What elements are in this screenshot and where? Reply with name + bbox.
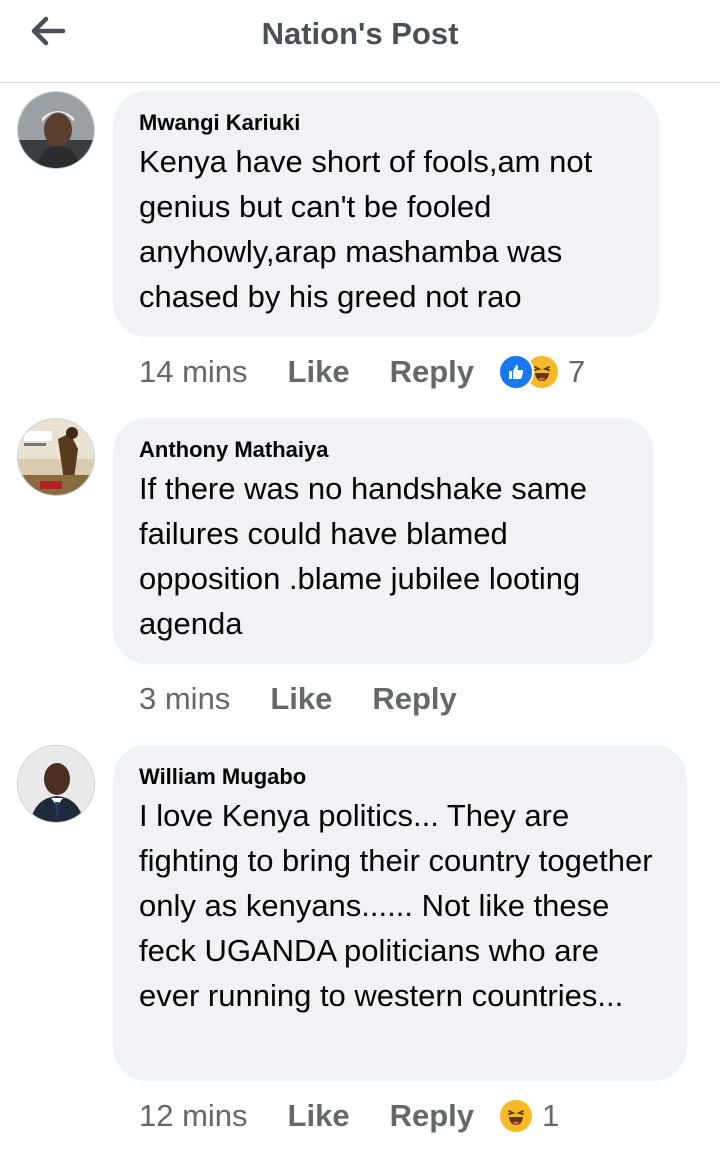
reply-button[interactable]: Reply (390, 1098, 474, 1134)
reply-button[interactable]: Reply (372, 681, 456, 717)
comment-author[interactable]: Mwangi Kariuki (139, 109, 633, 137)
comment-text: If there was no handshake same failures … (139, 471, 588, 641)
haha-reaction-icon (498, 1098, 534, 1134)
avatar[interactable] (17, 91, 95, 169)
reaction-summary[interactable]: 7 (498, 354, 585, 390)
avatar[interactable] (17, 418, 95, 496)
comment-text: I love Kenya politics... They are fighti… (139, 798, 653, 1013)
like-reaction-icon (498, 354, 534, 390)
reaction-count: 7 (568, 354, 586, 389)
avatar[interactable] (17, 745, 95, 823)
like-button[interactable]: Like (288, 354, 350, 390)
comment-actions: 3 mins Like Reply (139, 679, 481, 719)
like-button[interactable]: Like (288, 1098, 350, 1134)
comment-author[interactable]: Anthony Mathaiya (139, 436, 628, 464)
comment-bubble: Anthony Mathaiya If there was no handsha… (113, 418, 654, 664)
comment-bubble: Mwangi Kariuki Kenya have short of fools… (113, 91, 659, 337)
like-button[interactable]: Like (270, 681, 332, 717)
reply-button[interactable]: Reply (390, 354, 474, 390)
comment-actions: 14 mins Like Reply 7 (139, 352, 585, 392)
comment-actions: 12 mins Like Reply 1 (139, 1096, 559, 1136)
comment-timestamp[interactable]: 14 mins (139, 354, 248, 390)
page-title: Nation's Post (261, 16, 459, 51)
comment-text: Kenya have short of fools,am not genius … (139, 144, 593, 314)
top-bar: Nation's Post (0, 0, 720, 83)
reaction-count: 1 (542, 1098, 560, 1133)
comment-timestamp[interactable]: 12 mins (139, 1098, 248, 1134)
comment-bubble: William Mugabo I love Kenya politics... … (113, 745, 687, 1081)
comment-timestamp[interactable]: 3 mins (139, 681, 230, 717)
reaction-summary[interactable]: 1 (498, 1098, 559, 1134)
comment-author[interactable]: William Mugabo (139, 763, 661, 791)
